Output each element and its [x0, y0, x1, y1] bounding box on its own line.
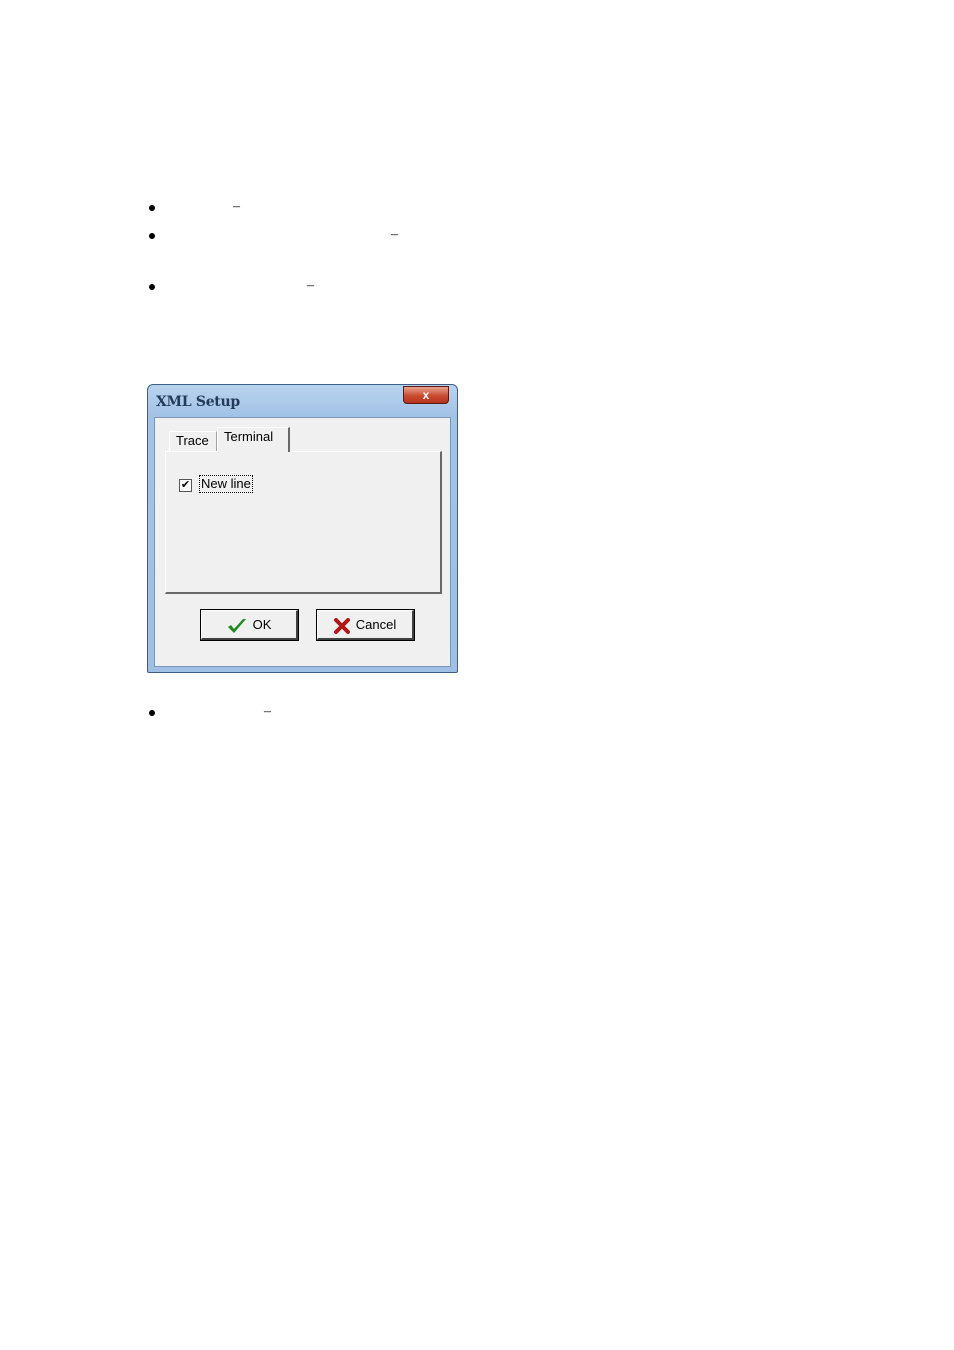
dialog-title: XML Setup — [156, 394, 240, 410]
xml-setup-dialog: XML Setup x Trace Terminal ✔ New line OK… — [147, 384, 458, 673]
cancel-label: Cancel — [355, 617, 397, 632]
bullet-icon — [149, 284, 155, 290]
cancel-button[interactable]: Cancel — [316, 609, 415, 641]
new-line-label[interactable]: New line — [199, 475, 253, 493]
tab-terminal[interactable]: Terminal — [217, 427, 290, 452]
bullet-icon — [149, 233, 155, 239]
checkmark-icon — [227, 618, 246, 633]
ok-button[interactable]: OK — [200, 609, 299, 641]
bullet-icon — [149, 205, 155, 211]
dash-separator: – — [391, 227, 398, 242]
new-line-checkbox[interactable]: ✔ — [179, 479, 192, 492]
close-button[interactable]: x — [403, 386, 449, 404]
dialog-client-area: Trace Terminal ✔ New line OK Cancel — [154, 417, 451, 667]
tab-panel-terminal: ✔ New line — [165, 451, 442, 594]
dash-separator: – — [307, 278, 314, 293]
cancel-x-icon — [333, 617, 350, 634]
dash-separator: – — [233, 199, 240, 214]
ok-label: OK — [252, 617, 272, 632]
title-bar[interactable]: XML Setup x — [148, 385, 457, 415]
dash-separator: – — [264, 704, 271, 719]
close-icon: x — [422, 388, 430, 402]
bullet-icon — [149, 710, 155, 716]
tab-trace[interactable]: Trace — [169, 431, 217, 451]
checkmark-icon: ✔ — [180, 479, 191, 491]
